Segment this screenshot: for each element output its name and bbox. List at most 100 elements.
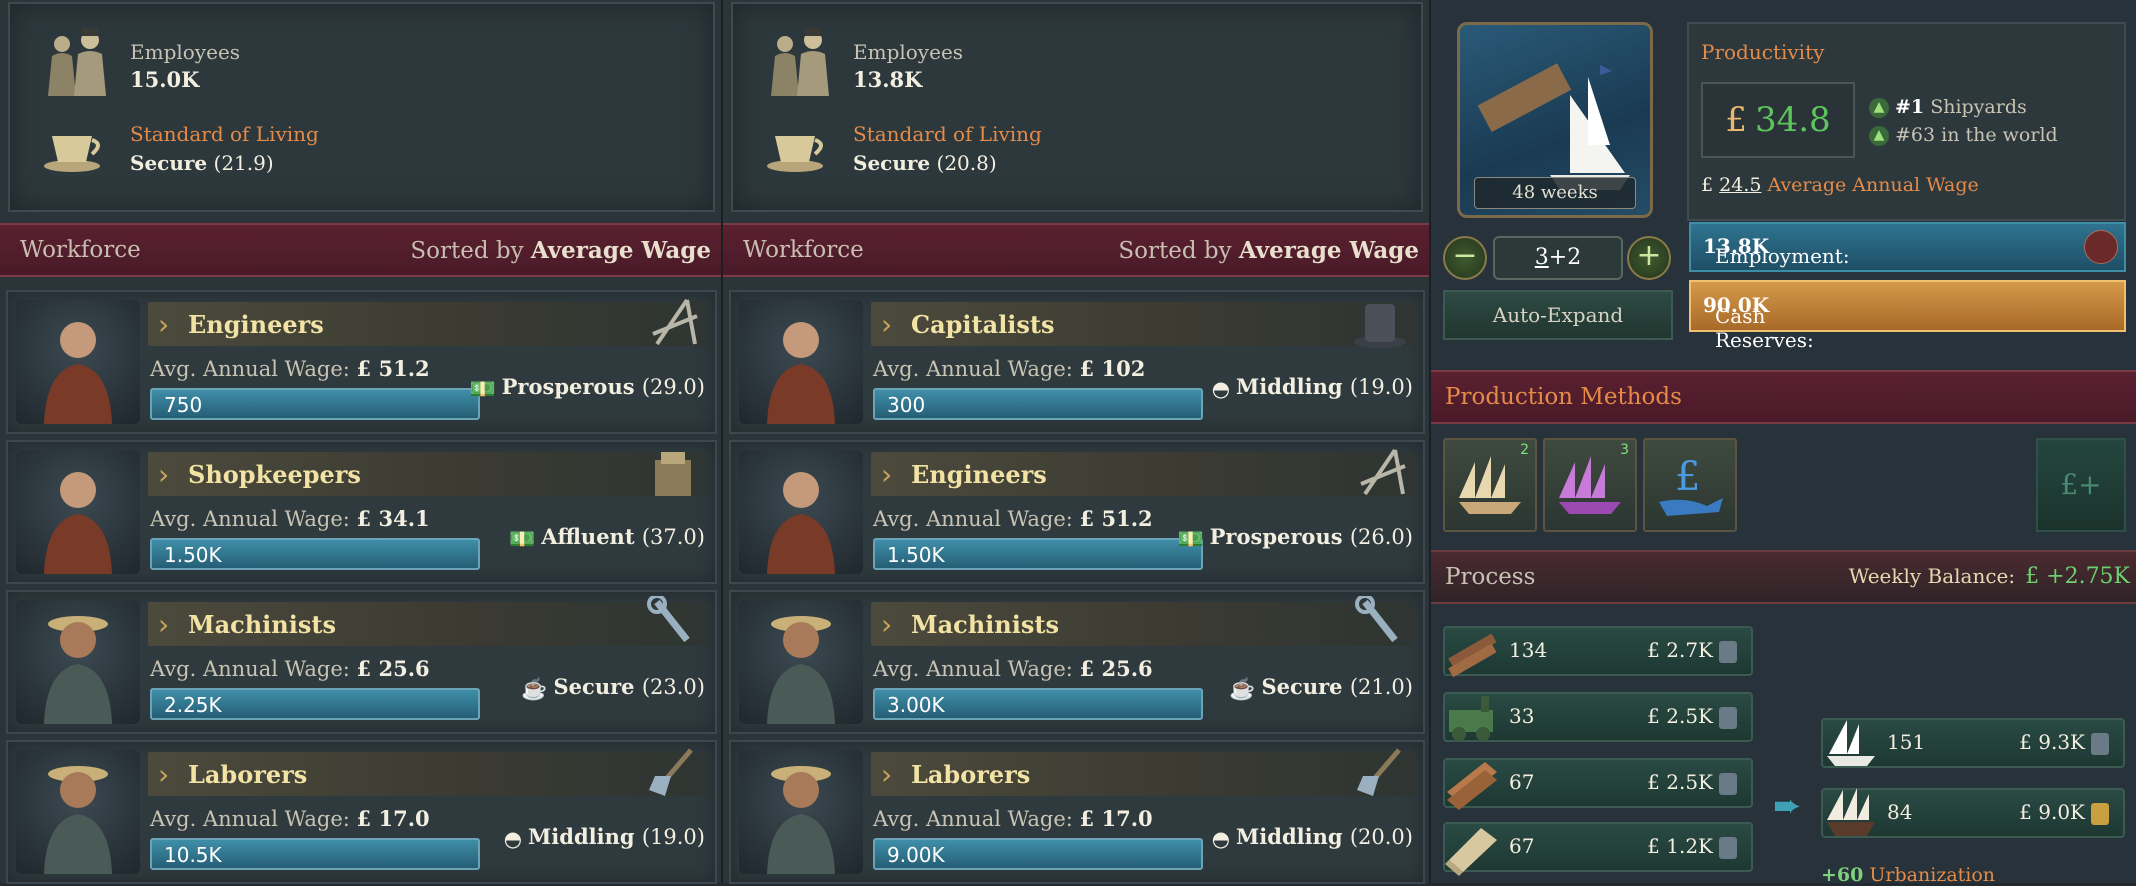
pop-row[interactable]: › Machinists Avg. Annual Wage: £ 25.6 3.… xyxy=(729,590,1425,734)
sol-label: Standard of Living xyxy=(130,122,319,146)
pop-portrait xyxy=(16,300,140,424)
pop-name: Laborers xyxy=(911,760,1031,789)
input-good-row[interactable]: 134 £ 2.7K xyxy=(1443,626,1753,678)
pop-row[interactable]: › Machinists Avg. Annual Wage: £ 25.6 2.… xyxy=(6,590,717,734)
expand-button[interactable]: + xyxy=(1627,236,1671,280)
pop-sol: 💵 Affluent (37.0) xyxy=(509,524,705,551)
output-good-row[interactable]: 151 £ 9.3K xyxy=(1821,718,2125,768)
pop-count-bar: 2.25K xyxy=(150,688,480,720)
chevron-right-icon[interactable]: › xyxy=(158,458,169,491)
weekly-balance: Weekly Balance: £ +2.75K xyxy=(1848,564,2130,589)
production-methods-title: Production Methods xyxy=(1445,384,1682,410)
output-good-row[interactable]: 84 £ 9.0K xyxy=(1821,788,2125,838)
employees-label: Employees xyxy=(853,40,964,64)
construction-weeks: 48 weeks xyxy=(1474,177,1636,209)
chevron-right-icon[interactable]: › xyxy=(881,458,892,491)
workforce-title: Workforce xyxy=(20,237,141,263)
pop-name-bar[interactable]: › Laborers xyxy=(148,748,707,796)
pop-name-bar[interactable]: › Engineers xyxy=(148,298,707,346)
employment-bar[interactable]: Employment: 13.8K xyxy=(1689,222,2126,272)
compass-icon xyxy=(652,298,698,346)
coins-icon xyxy=(1719,706,1737,729)
pop-name-bar[interactable]: › Laborers xyxy=(871,748,1415,796)
pop-count-bar: 1.50K xyxy=(873,538,1203,570)
shovel-icon xyxy=(1357,748,1401,796)
input-good-row[interactable]: 67 £ 1.2K xyxy=(1443,822,1753,876)
pop-row[interactable]: › Engineers Avg. Annual Wage: £ 51.2 1.5… xyxy=(729,440,1425,584)
output-price: £ 9.0K xyxy=(2019,800,2109,825)
pm-ownership[interactable]: £ xyxy=(1643,438,1737,532)
sort-toggle[interactable]: Sorted by Average Wage xyxy=(1118,237,1419,264)
pop-row[interactable]: › Capitalists Avg. Annual Wage: £ 102 30… xyxy=(729,290,1425,434)
pm-add-button[interactable]: £+ xyxy=(2036,438,2126,532)
pound-hand-icon: £ xyxy=(1659,454,1723,516)
pop-portrait xyxy=(16,600,140,724)
input-good-row[interactable]: 67 £ 2.5K xyxy=(1443,758,1753,810)
pop-row[interactable]: › Laborers Avg. Annual Wage: £ 17.0 9.00… xyxy=(729,740,1425,884)
sol-label: Standard of Living xyxy=(853,122,1042,146)
employees-label: Employees xyxy=(130,40,241,64)
employees-icon xyxy=(48,28,106,96)
coins-icon xyxy=(2091,802,2109,825)
input-good-row[interactable]: 33 £ 2.5K xyxy=(1443,692,1753,742)
average-wage[interactable]: £ 24.5 Average Annual Wage xyxy=(1701,174,1979,196)
sort-toggle[interactable]: Sorted by Average Wage xyxy=(410,237,711,264)
planks-icon xyxy=(1447,762,1497,810)
pop-portrait xyxy=(16,750,140,874)
pop-name-bar[interactable]: › Machinists xyxy=(871,596,1415,646)
process-title: Process xyxy=(1445,564,1536,590)
chevron-right-icon[interactable]: › xyxy=(158,308,169,341)
cash-reserves-bar[interactable]: Cash Reserves: 90.0K xyxy=(1689,280,2126,352)
arrow-right-icon: ➨ xyxy=(1773,786,1802,826)
top-hat-icon xyxy=(1354,304,1406,348)
chevron-right-icon[interactable]: › xyxy=(158,758,169,791)
building-details-panel: 48 weeks − 3+2 + Auto-Expand Productivit… xyxy=(1431,0,2136,886)
building-a-panel: Employees 15.0K Standard of Living Secur… xyxy=(0,0,723,884)
pop-name-bar[interactable]: › Capitalists xyxy=(871,302,1415,348)
employees-value: 13.8K xyxy=(853,67,923,92)
arrow-up-icon: ▲ xyxy=(1869,126,1889,146)
output-price: £ 9.3K xyxy=(2019,730,2109,755)
chevron-right-icon[interactable]: › xyxy=(881,758,892,791)
wage-text: Avg. Annual Wage: £ 51.2 xyxy=(873,506,1153,531)
chevron-right-icon[interactable]: › xyxy=(881,308,892,341)
chevron-right-icon[interactable]: › xyxy=(881,608,892,641)
logs-icon xyxy=(1448,633,1497,678)
pop-name-bar[interactable]: › Machinists xyxy=(148,596,707,646)
arrow-up-icon: ▲ xyxy=(1869,98,1889,118)
pop-name-bar[interactable]: › Shopkeepers xyxy=(148,452,707,496)
pop-count-bar: 750 xyxy=(150,388,480,420)
pop-name-bar[interactable]: › Engineers xyxy=(871,448,1415,496)
production-methods-header: Production Methods xyxy=(1431,370,2136,424)
pm-clipper-ships[interactable]: 3 xyxy=(1543,438,1637,532)
pop-name: Shopkeepers xyxy=(188,460,361,489)
employees-icon xyxy=(771,28,829,96)
pop-portrait xyxy=(739,750,863,874)
pop-portrait xyxy=(739,450,863,574)
teacup-icon xyxy=(44,136,100,172)
building-b-panel: Employees 13.8K Standard of Living Secur… xyxy=(723,0,1431,884)
pop-count-bar: 10.5K xyxy=(150,838,480,870)
pop-name: Capitalists xyxy=(911,310,1055,339)
shovel-icon xyxy=(649,748,693,796)
money-icon: 💵 xyxy=(509,525,536,551)
coins-icon xyxy=(2091,732,2109,755)
wage-text: Avg. Annual Wage: £ 25.6 xyxy=(150,656,430,681)
pop-row[interactable]: › Laborers Avg. Annual Wage: £ 17.0 10.5… xyxy=(6,740,717,884)
input-price: £ 1.2K xyxy=(1647,834,1737,859)
auto-expand-button[interactable]: Auto-Expand xyxy=(1443,290,1673,340)
pop-count-bar: 300 xyxy=(873,388,1203,420)
coins-icon xyxy=(1719,640,1737,663)
pop-row[interactable]: › Shopkeepers Avg. Annual Wage: £ 34.1 1… xyxy=(6,440,717,584)
pop-name: Machinists xyxy=(911,610,1059,639)
compass-icon xyxy=(1360,448,1406,496)
pop-name: Engineers xyxy=(911,460,1047,489)
bowler-hat-icon: ◓ xyxy=(503,826,523,851)
pm-wooden-ships[interactable]: 2 xyxy=(1443,438,1537,532)
fabric-icon xyxy=(1445,828,1497,876)
downsize-button[interactable]: − xyxy=(1443,236,1487,280)
pop-row[interactable]: › Engineers Avg. Annual Wage: £ 51.2 750… xyxy=(6,290,717,434)
chevron-right-icon[interactable]: › xyxy=(158,608,169,641)
pop-portrait xyxy=(16,450,140,574)
wage-text: Avg. Annual Wage: £ 17.0 xyxy=(150,806,430,831)
